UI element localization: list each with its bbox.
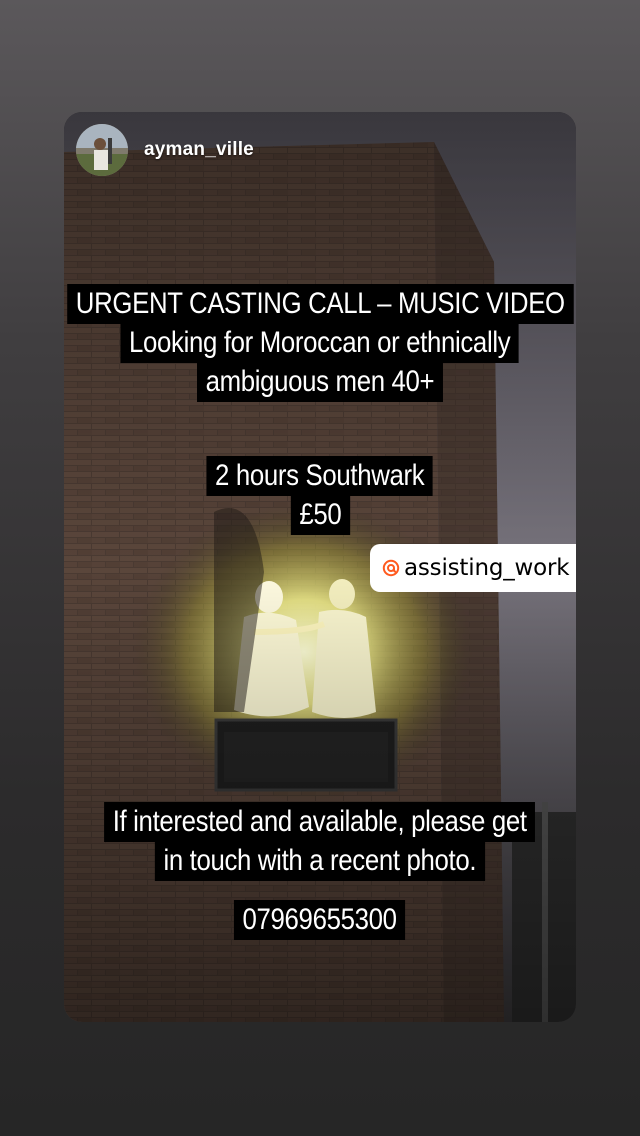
caption-group-phone: 07969655300	[64, 900, 576, 940]
caption-group-headline: URGENT CASTING CALL – MUSIC VIDEO Lookin…	[64, 284, 576, 402]
phone-number: 07969655300	[234, 900, 406, 940]
caption-line: £50	[290, 495, 350, 535]
caption-line: 2 hours Southwark	[206, 456, 434, 496]
profile-photo-icon	[76, 124, 128, 176]
caption-line: ambiguous men 40+	[197, 362, 443, 402]
avatar[interactable]	[76, 124, 128, 176]
caption-line: URGENT CASTING CALL – MUSIC VIDEO	[66, 284, 574, 324]
username[interactable]: ayman_ville	[144, 139, 254, 161]
caption-line: If interested and available, please get	[104, 802, 536, 842]
caption-group-details: 2 hours Southwark £50	[64, 456, 576, 535]
mention-username: assisting_work	[404, 555, 570, 581]
caption-line: in touch with a recent photo.	[155, 841, 485, 881]
story-card[interactable]: ayman_ville URGENT CASTING CALL – MUSIC …	[64, 112, 576, 1022]
story-header: ayman_ville	[76, 124, 254, 176]
mention-sticker[interactable]: assisting_work	[370, 544, 576, 592]
threads-at-icon	[382, 559, 400, 577]
caption-line: Looking for Moroccan or ethnically	[120, 323, 520, 363]
caption-group-contact: If interested and available, please get …	[64, 802, 576, 881]
